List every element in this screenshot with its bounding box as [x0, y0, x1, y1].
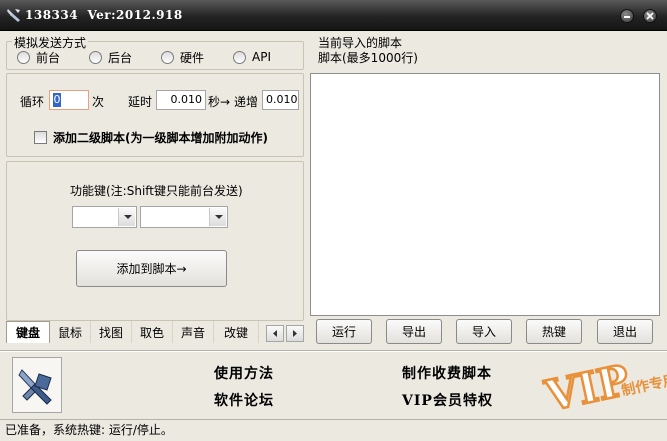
radio-circle[interactable]	[233, 50, 246, 64]
radio-circle[interactable]	[89, 50, 102, 64]
function-key-label: 功能键(注:Shift键只能前台发送)	[70, 184, 243, 198]
tool-tabs: 键盘 鼠标 找图 取色 声音 改键	[6, 321, 306, 343]
radio-hardware[interactable]: 硬件	[161, 49, 204, 65]
vip-badge-text: VIP	[540, 355, 633, 421]
loop-count-value: 0	[53, 93, 61, 107]
radio-circle[interactable]	[161, 50, 174, 64]
delay-label: 延时	[128, 95, 153, 109]
increment-label: 递增	[234, 95, 259, 109]
add-to-script-button[interactable]: 添加到脚本→	[76, 250, 227, 287]
arrow-left-icon	[273, 330, 277, 337]
chevron-down-icon[interactable]	[118, 208, 135, 226]
tab-scroll-left-button[interactable]	[266, 325, 284, 342]
delay-input[interactable]: 0.010	[156, 90, 206, 110]
title-bar[interactable]: 138334 Ver:2012.918	[0, 0, 667, 31]
loop-label: 循环	[20, 95, 45, 109]
tab-keyboard[interactable]: 键盘	[6, 321, 50, 343]
tab-mouse[interactable]: 鼠标	[50, 321, 91, 343]
paid-script-link[interactable]: 制作收费脚本	[402, 363, 492, 383]
tab-scroll-right-button[interactable]	[286, 325, 304, 342]
tab-remap-key[interactable]: 改键	[214, 321, 259, 343]
status-bar: 已准备，系统热键: 运行/停止。	[0, 419, 667, 441]
script-textarea[interactable]	[310, 73, 660, 316]
exit-button[interactable]: 退出	[597, 319, 653, 344]
increment-input[interactable]: 0.010	[262, 90, 299, 110]
script-panel-subtitle: 脚本(最多1000行)	[318, 51, 418, 65]
radio-foreground[interactable]: 前台	[17, 49, 60, 65]
forum-link[interactable]: 软件论坛	[214, 390, 274, 410]
close-icon	[646, 12, 654, 20]
vip-badge[interactable]: VIP 制作专用	[540, 350, 667, 422]
close-button[interactable]	[643, 9, 657, 23]
seconds-arrow-label: 秒→	[208, 95, 231, 109]
vip-link[interactable]: VIP会员特权	[402, 390, 493, 410]
usage-link[interactable]: 使用方法	[214, 363, 274, 383]
import-button[interactable]: 导入	[456, 319, 512, 344]
sword-shield-icon	[18, 369, 52, 405]
app-icon	[7, 9, 20, 22]
window-title: 138334 Ver:2012.918	[25, 8, 183, 22]
app-logo	[12, 357, 62, 413]
modifier-key-select[interactable]	[72, 206, 137, 228]
radio-circle[interactable]	[17, 50, 30, 64]
radio-background[interactable]: 后台	[89, 49, 132, 65]
loop-count-input[interactable]: 0	[49, 90, 89, 110]
arrow-right-icon	[293, 330, 297, 337]
times-label: 次	[92, 95, 105, 109]
run-button[interactable]: 运行	[316, 319, 372, 344]
radio-api[interactable]: API	[233, 49, 271, 65]
export-button[interactable]: 导出	[386, 319, 442, 344]
chevron-down-icon[interactable]	[209, 208, 226, 226]
key-select[interactable]	[140, 206, 228, 228]
tab-sound[interactable]: 声音	[173, 321, 214, 343]
minimize-button[interactable]	[620, 9, 634, 23]
secondary-script-checkbox[interactable]: 添加二级脚本(为一级脚本增加附加动作)	[34, 130, 268, 145]
minimize-icon	[624, 16, 630, 18]
checkbox-box[interactable]	[34, 130, 47, 144]
tab-pick-color[interactable]: 取色	[132, 321, 173, 343]
hotkey-button[interactable]: 热键	[526, 319, 582, 344]
tab-find-image[interactable]: 找图	[91, 321, 132, 343]
